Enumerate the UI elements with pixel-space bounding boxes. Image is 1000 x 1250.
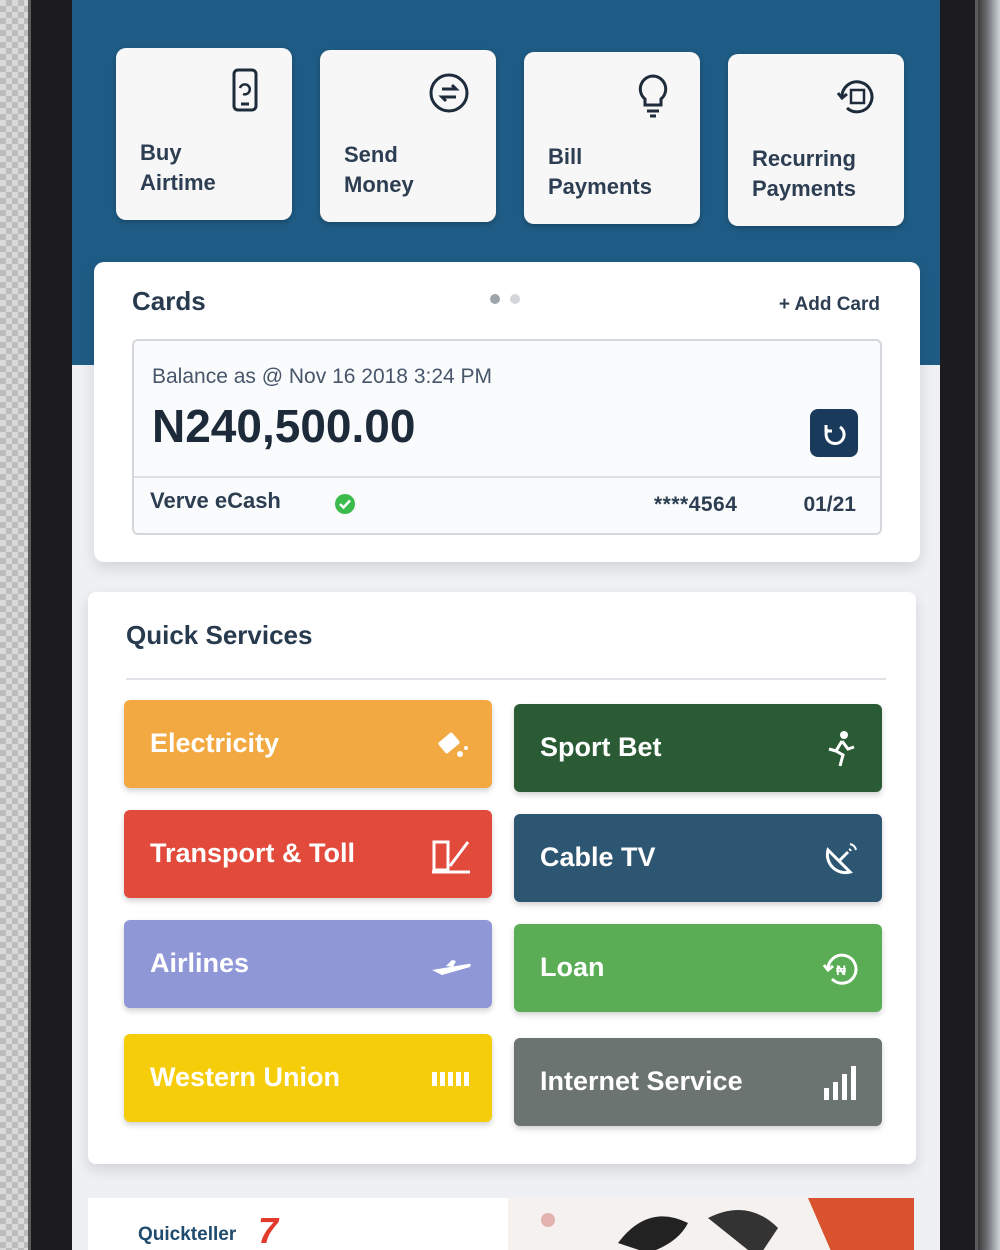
card-expiry: 01/21 <box>803 493 856 516</box>
app-screen: Buy Airtime Send Money Bill Payments Rec… <box>72 0 940 1250</box>
lightbulb-icon <box>638 74 668 118</box>
quick-services-title: Quick Services <box>126 620 313 650</box>
signal-bars-icon <box>824 1066 856 1100</box>
service-label: Cable TV <box>540 842 656 872</box>
toll-gate-icon <box>432 840 470 874</box>
service-label: Transport & Toll <box>150 838 356 868</box>
card-balance-box[interactable]: Balance as @ Nov 16 2018 3:24 PM N240,50… <box>132 339 882 535</box>
quickteller-mark: 7 <box>258 1210 279 1250</box>
promo-banner[interactable]: Quickteller 7 <box>88 1198 914 1250</box>
electricity-plug-icon <box>438 732 468 757</box>
quick-action-row: Buy Airtime Send Money Bill Payments Rec… <box>116 48 904 226</box>
phone-refresh-icon <box>232 68 258 112</box>
service-label: Airlines <box>150 948 250 978</box>
pager-dot-active[interactable] <box>490 294 500 304</box>
service-loan[interactable]: Loan ₦ <box>514 924 882 1012</box>
refresh-icon <box>824 425 846 445</box>
card-pager <box>490 294 520 304</box>
running-person-icon <box>828 731 855 767</box>
balance-amount: N240,500.00 <box>152 400 416 452</box>
bill-payments-label: Bill Payments <box>548 144 652 199</box>
service-transport-toll[interactable]: Transport & Toll <box>124 810 492 898</box>
background-edge <box>978 0 1000 1250</box>
bill-payments-button[interactable]: Bill Payments <box>524 52 700 224</box>
service-cable-tv[interactable]: Cable TV <box>514 814 882 902</box>
loan-refresh-icon: ₦ <box>822 953 858 985</box>
recurring-calendar-icon <box>836 80 874 114</box>
svg-text:₦: ₦ <box>836 962 846 978</box>
buy-airtime-label: Buy Airtime <box>140 140 216 195</box>
recurring-payments-label: Recurring Payments <box>752 146 856 201</box>
card-name: Verve eCash <box>150 488 281 513</box>
service-sport-bet[interactable]: Sport Bet <box>514 704 882 792</box>
quick-services-panel: Quick Services Electricity Sport Bet Tra… <box>88 592 916 1164</box>
verified-check-icon <box>335 494 355 514</box>
service-airlines[interactable]: Airlines <box>124 920 492 1008</box>
airplane-icon <box>432 960 471 975</box>
pager-dot[interactable] <box>510 294 520 304</box>
refresh-balance-button[interactable] <box>810 409 858 457</box>
wu-logo-icon <box>432 1072 469 1086</box>
cards-panel: Cards + Add Card Balance as @ Nov 16 201… <box>94 262 920 562</box>
quick-services-divider <box>126 678 886 680</box>
service-label: Electricity <box>150 728 280 758</box>
cards-title: Cards <box>132 286 206 316</box>
quickteller-logo: Quickteller <box>138 1224 237 1245</box>
send-money-button[interactable]: Send Money <box>320 50 496 222</box>
service-label: Sport Bet <box>540 732 662 762</box>
send-money-label: Send Money <box>344 142 414 197</box>
service-electricity[interactable]: Electricity <box>124 700 492 788</box>
satellite-dish-icon <box>825 843 857 875</box>
service-label: Internet Service <box>540 1066 743 1096</box>
card-divider <box>134 476 880 478</box>
card-number: ****4564 <box>654 493 738 516</box>
buy-airtime-button[interactable]: Buy Airtime <box>116 48 292 220</box>
recurring-payments-button[interactable]: Recurring Payments <box>728 54 904 226</box>
service-label: Loan <box>540 952 605 982</box>
banner-artwork <box>508 1198 914 1250</box>
transfer-arrows-icon <box>429 73 469 113</box>
add-card-link[interactable]: + Add Card <box>779 294 880 316</box>
balance-label: Balance as @ Nov 16 2018 3:24 PM <box>152 365 493 388</box>
service-internet[interactable]: Internet Service <box>514 1038 882 1126</box>
service-label: Western Union <box>150 1062 341 1092</box>
service-western-union[interactable]: Western Union <box>124 1034 492 1122</box>
